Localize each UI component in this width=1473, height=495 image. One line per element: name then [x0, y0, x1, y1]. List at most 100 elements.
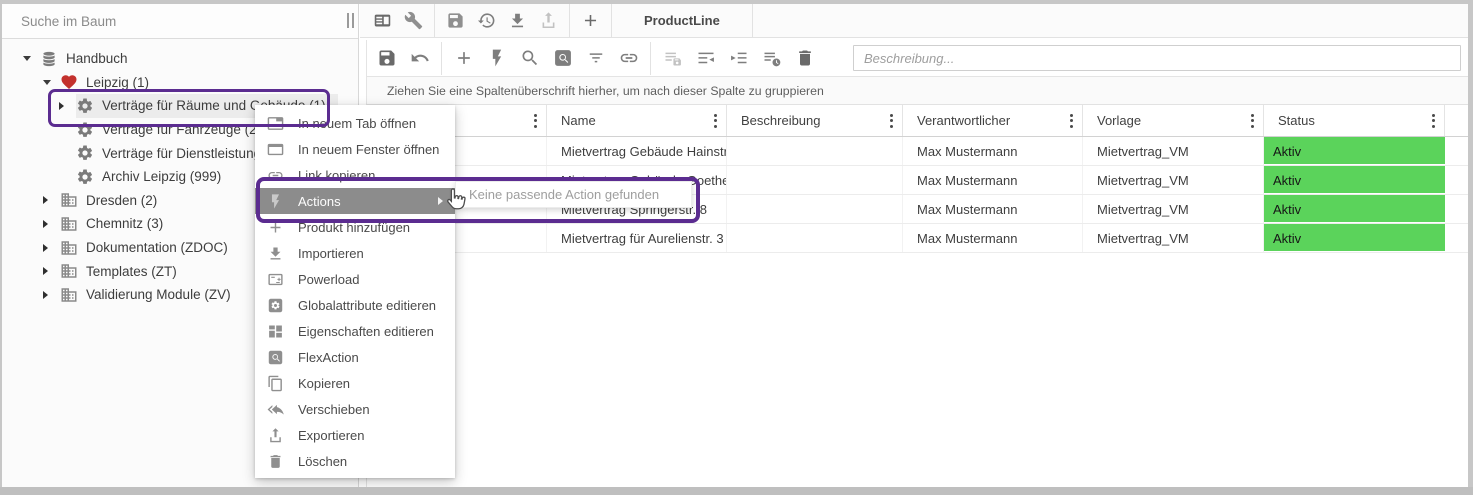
menu-item-copy[interactable]: Kopieren — [255, 370, 455, 396]
table-row[interactable]: Mietvertrag für Aurelienstr. 3 Max Muste… — [367, 224, 1468, 253]
upload-icon[interactable] — [533, 4, 564, 37]
status-badge: Aktiv — [1264, 195, 1445, 223]
menu-item-flexaction[interactable]: FlexAction — [255, 344, 455, 370]
chevron-right-icon[interactable] — [43, 220, 60, 228]
search-icon[interactable] — [513, 40, 546, 76]
column-header-status[interactable]: Status — [1264, 105, 1445, 136]
chevron-right-icon[interactable] — [43, 267, 60, 275]
status-badge: Aktiv — [1264, 166, 1445, 194]
menu-item-add-product[interactable]: Produkt hinzufügen — [255, 214, 455, 240]
window-frame — [0, 0, 1473, 4]
menu-item-move[interactable]: Verschieben — [255, 396, 455, 422]
window-frame — [1468, 0, 1473, 495]
chevron-right-icon[interactable] — [43, 291, 60, 299]
divider — [650, 42, 651, 75]
panel-splitter-handle[interactable] — [347, 13, 354, 29]
tab-icon — [267, 115, 284, 132]
menu-item-edit-properties[interactable]: Eigenschaften editieren — [255, 318, 455, 344]
tree-item-leipzig[interactable]: Leipzig (1) — [2, 71, 358, 95]
column-menu-icon[interactable] — [534, 114, 546, 128]
database-icon — [40, 50, 58, 68]
menu-item-export[interactable]: Exportieren — [255, 422, 455, 448]
tree-search-input[interactable] — [2, 4, 358, 38]
menu-item-delete[interactable]: Löschen — [255, 448, 455, 474]
window-icon — [267, 141, 284, 158]
group-by-hint: Ziehen Sie eine Spaltenüberschrift hierh… — [387, 84, 824, 98]
list-history-icon[interactable] — [755, 40, 788, 76]
divider — [434, 4, 435, 37]
export-icon — [267, 427, 284, 444]
menu-item-actions[interactable]: Actions — [255, 188, 455, 214]
plus-icon[interactable] — [447, 40, 480, 76]
description-filter-input[interactable] — [853, 45, 1461, 71]
trash-icon[interactable] — [788, 40, 821, 76]
heart-icon — [60, 73, 78, 91]
main-panel: ProductLine Ziehen Sie eine Spaltenübers… — [360, 4, 1468, 487]
tab-productline[interactable]: ProductLine — [617, 4, 747, 37]
history-icon[interactable] — [471, 4, 502, 37]
chevron-right-icon[interactable] — [59, 102, 76, 110]
building-icon — [60, 286, 78, 304]
column-header-name[interactable]: Name — [547, 105, 727, 136]
save-icon[interactable] — [440, 4, 471, 37]
cell-beschreibung — [727, 224, 903, 252]
divider — [752, 4, 753, 37]
download-icon[interactable] — [502, 4, 533, 37]
gear-icon — [76, 168, 94, 186]
tree-item-handbuch[interactable]: Handbuch — [2, 47, 358, 71]
column-menu-icon[interactable] — [1070, 114, 1082, 128]
column-header-beschreibung[interactable]: Beschreibung — [727, 105, 903, 136]
cell-verantwortlicher: Max Mustermann — [903, 224, 1083, 252]
column-header-verantwortlicher[interactable]: Verantwortlicher — [903, 105, 1083, 136]
save-icon[interactable] — [370, 40, 403, 76]
column-menu-icon[interactable] — [1432, 114, 1444, 128]
chevron-right-icon[interactable] — [43, 196, 60, 204]
cell-name: Mietvertrag Gebäude Hainstr. 9 — [547, 137, 727, 165]
cell-beschreibung — [727, 166, 903, 194]
view-list-icon[interactable] — [367, 4, 398, 37]
undo-icon[interactable] — [403, 40, 436, 76]
column-menu-icon[interactable] — [714, 114, 726, 128]
chevron-down-icon[interactable] — [43, 80, 60, 85]
menu-item-open-new-tab[interactable]: In neuem Tab öffnen — [255, 110, 455, 136]
chevron-right-icon[interactable] — [43, 244, 60, 252]
cell-vorlage: Mietvertrag_VM — [1083, 224, 1264, 252]
link-icon[interactable] — [612, 40, 645, 76]
bolt-icon[interactable] — [480, 40, 513, 76]
filter-icon[interactable] — [579, 40, 612, 76]
wrench-icon[interactable] — [398, 4, 429, 37]
column-menu-icon[interactable] — [890, 114, 902, 128]
plus-icon — [267, 219, 284, 236]
context-menu: In neuem Tab öffnen In neuem Fenster öff… — [255, 105, 455, 478]
list-collapse-icon[interactable] — [689, 40, 722, 76]
flex-search-icon — [267, 349, 284, 366]
submenu-arrow-icon — [438, 197, 443, 205]
data-grid: Produkt-ID Name Beschreibung Verantwortl… — [366, 105, 1468, 487]
cell-vorlage: Mietvertrag_VM — [1083, 137, 1264, 165]
menu-item-powerload[interactable]: Powerload — [255, 266, 455, 292]
building-icon — [60, 262, 78, 280]
list-indent-icon[interactable] — [722, 40, 755, 76]
tree-search-row — [2, 4, 358, 39]
chevron-down-icon[interactable] — [23, 56, 40, 61]
divider — [441, 42, 442, 75]
column-header-vorlage[interactable]: Vorlage — [1083, 105, 1264, 136]
plus-icon[interactable] — [575, 4, 606, 37]
cell-vorlage: Mietvertrag_VM — [1083, 166, 1264, 194]
window-frame — [0, 487, 1473, 495]
flex-search-icon[interactable] — [546, 40, 579, 76]
group-by-bar[interactable]: Ziehen Sie eine Spaltenüberschrift hierh… — [366, 77, 1468, 105]
gear-icon — [76, 97, 94, 115]
list-save-icon[interactable] — [656, 40, 689, 76]
menu-item-import[interactable]: Importieren — [255, 240, 455, 266]
menu-item-open-new-window[interactable]: In neuem Fenster öffnen — [255, 136, 455, 162]
status-badge: Aktiv — [1264, 137, 1445, 165]
menu-item-copy-link[interactable]: Link kopieren — [255, 162, 455, 188]
cell-verantwortlicher: Max Mustermann — [903, 166, 1083, 194]
gear-icon — [76, 121, 94, 139]
menu-item-edit-global-attributes[interactable]: Globalattribute editieren — [255, 292, 455, 318]
column-menu-icon[interactable] — [1251, 114, 1263, 128]
table-row[interactable]: Mietvertrag Gebäude Hainstr. 9 Max Muste… — [367, 137, 1468, 166]
window-frame — [0, 0, 2, 495]
copy-icon — [267, 375, 284, 392]
